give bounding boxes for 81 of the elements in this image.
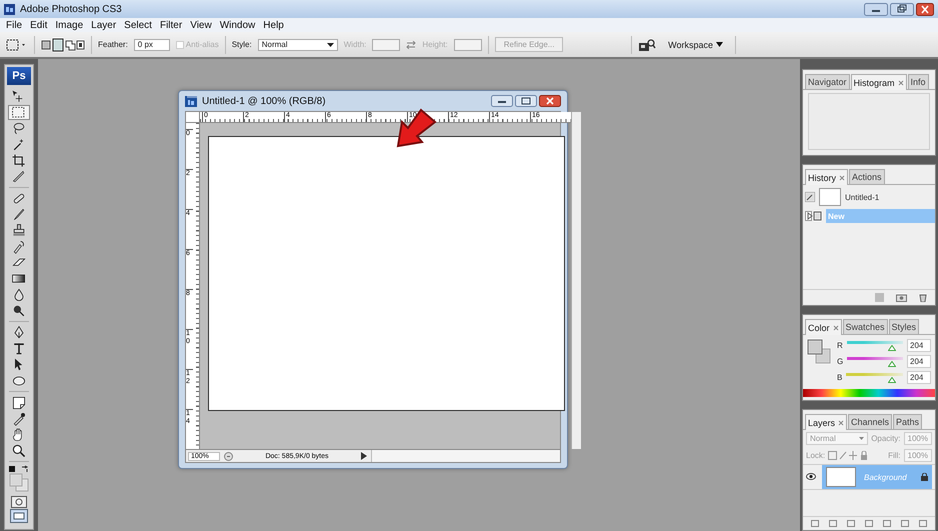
dropdown-arrow-icon (326, 42, 334, 46)
eye-icon[interactable] (806, 472, 816, 480)
color-slider[interactable] (846, 340, 903, 350)
feather-label: Feather: (98, 40, 128, 49)
status-icon[interactable] (224, 452, 233, 460)
channel-label: R (837, 341, 843, 350)
anti-alias-label: Anti-alias (186, 40, 219, 49)
app-logo: Ps (7, 67, 31, 85)
panel-tab[interactable]: Color (805, 319, 842, 335)
layer-name: Background (864, 472, 908, 482)
restore-icon[interactable] (890, 2, 914, 16)
app-icon (4, 4, 15, 14)
color-spectrum[interactable] (803, 389, 935, 397)
height-label: Height: (422, 40, 448, 49)
document-title: Untitled-1 @ 100% (RGB/8) (202, 96, 327, 106)
marquee-tool-icon[interactable] (8, 105, 30, 120)
menu-item[interactable]: Image (51, 20, 88, 30)
menu-item[interactable]: Layer (87, 20, 120, 30)
channel-value[interactable]: 204 (907, 355, 931, 368)
window-title: Adobe Photoshop CS3 (20, 4, 123, 14)
menu-item[interactable]: View (186, 20, 216, 30)
panel-tab[interactable]: Paths (893, 414, 922, 429)
minimize-icon[interactable] (864, 2, 888, 16)
snapshot-name: Untitled-1 (845, 192, 880, 202)
panel-tab[interactable]: Swatches (842, 319, 888, 334)
close-icon (839, 174, 846, 180)
dropdown-arrow-icon (716, 42, 723, 47)
menu-item[interactable]: Window (216, 20, 260, 30)
menu-item[interactable]: Help (259, 20, 288, 30)
workspace-button[interactable]: Workspace (662, 38, 729, 50)
panel-tab[interactable]: Layers (805, 414, 848, 430)
layer-thumbnail (826, 467, 856, 487)
close-icon[interactable] (539, 95, 561, 107)
close-icon (832, 324, 839, 330)
minimize-icon[interactable] (491, 95, 513, 107)
close-icon (838, 420, 844, 426)
close-icon[interactable] (916, 2, 934, 16)
color-slider[interactable] (847, 356, 903, 366)
swap-icon[interactable] (406, 40, 416, 48)
file-browser-icon[interactable] (638, 38, 656, 52)
height-field[interactable] (454, 38, 482, 50)
lock-label: Lock: (806, 451, 826, 460)
fill-label: Fill: (888, 451, 901, 460)
history-state-icon[interactable] (805, 211, 823, 221)
channel-label: B (837, 373, 842, 382)
color-slider[interactable] (846, 372, 903, 382)
panel-tab[interactable]: Channels (848, 414, 892, 429)
horizontal-scrollbar[interactable] (371, 450, 560, 462)
menu-item[interactable]: Edit (26, 20, 52, 30)
close-icon (898, 80, 904, 86)
menu-item[interactable]: Filter (156, 20, 186, 30)
document-icon (185, 95, 198, 107)
selection-mode-icon[interactable] (41, 38, 85, 52)
marquee-icon[interactable] (6, 38, 28, 52)
color-swatches-icon[interactable] (807, 339, 831, 365)
dropdown-arrow-icon (859, 437, 864, 440)
scrollbar[interactable] (571, 112, 581, 449)
panel-tab[interactable]: History (805, 169, 848, 185)
panel-tab[interactable]: Navigator (805, 74, 850, 89)
screen-mode-icon[interactable] (10, 509, 28, 523)
snapshot-thumbnail[interactable] (819, 188, 841, 206)
maximize-icon[interactable] (515, 95, 537, 107)
camera-icon[interactable] (896, 293, 907, 302)
menu-item[interactable]: Select (120, 20, 156, 30)
style-dropdown[interactable]: Normal (258, 38, 338, 50)
brush-source-icon[interactable] (805, 192, 815, 202)
channel-value[interactable]: 204 (907, 339, 931, 352)
quick-mask-icon[interactable] (11, 496, 27, 508)
width-label: Width: (344, 40, 366, 49)
panel-tab[interactable]: Styles (888, 319, 920, 334)
menu-item[interactable]: File (2, 20, 26, 30)
play-icon[interactable] (361, 452, 367, 460)
panel-tab[interactable]: Info (908, 74, 929, 89)
feather-field[interactable]: 0 px (134, 38, 170, 50)
panel-tab[interactable]: Histogram (850, 74, 907, 90)
style-label: Style: (232, 40, 252, 49)
width-field[interactable] (372, 38, 400, 50)
channel-label: G (837, 357, 844, 366)
panel-tab[interactable]: Actions (849, 169, 885, 184)
opacity-label: Opacity: (871, 434, 901, 443)
channel-value[interactable]: 204 (907, 371, 931, 384)
